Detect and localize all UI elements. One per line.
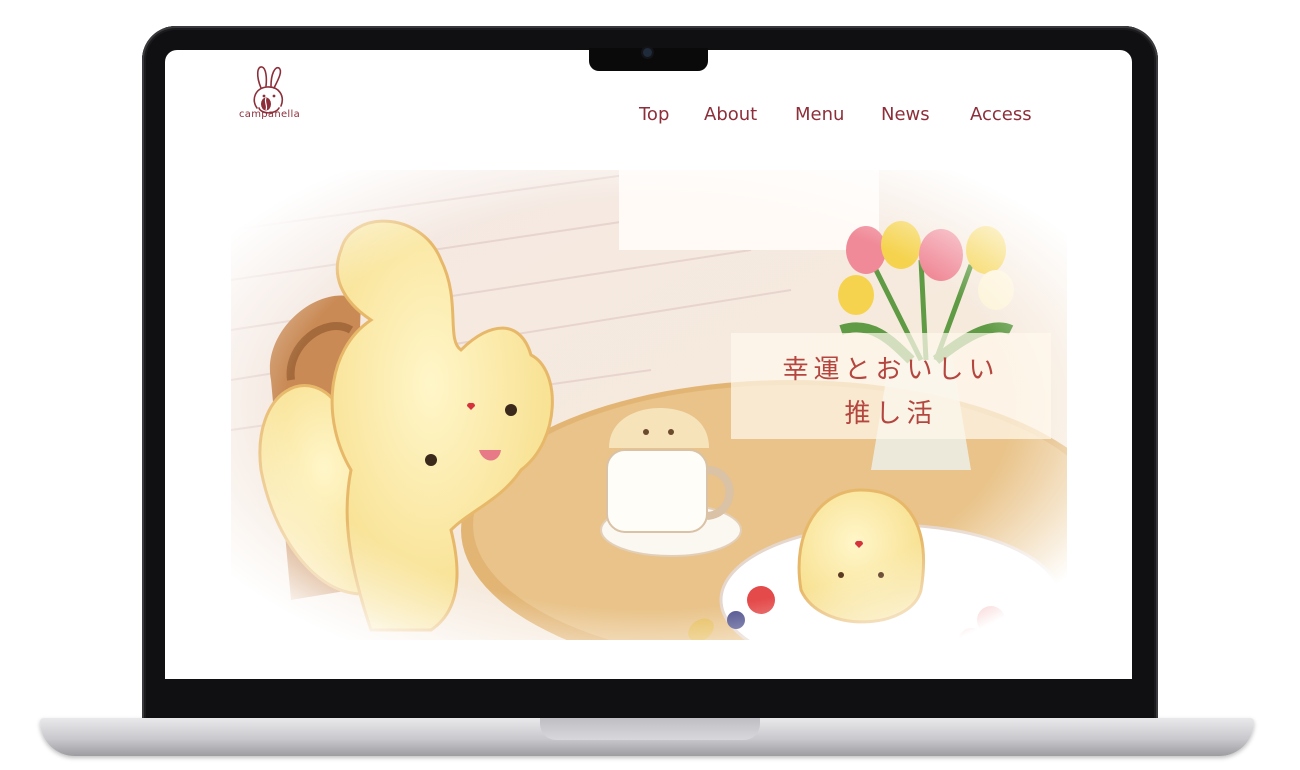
tagline-line-2: 推し活	[844, 399, 938, 429]
nav-news[interactable]: News	[881, 104, 930, 125]
hero-tagline: 幸運とおいしい 推し活	[731, 333, 1051, 439]
tagline-line-1: 幸運とおいしい	[782, 355, 1000, 385]
nav-menu[interactable]: Menu	[795, 104, 844, 125]
nav-about[interactable]: About	[704, 104, 757, 125]
laptop-base-notch	[540, 718, 760, 740]
website-screen: campanella Top About Menu News Access 幸運…	[165, 50, 1132, 679]
nav-top[interactable]: Top	[639, 104, 669, 125]
camera-icon	[643, 48, 652, 57]
main-nav: Top About Menu News Access	[165, 104, 1132, 128]
nav-access[interactable]: Access	[970, 104, 1032, 125]
